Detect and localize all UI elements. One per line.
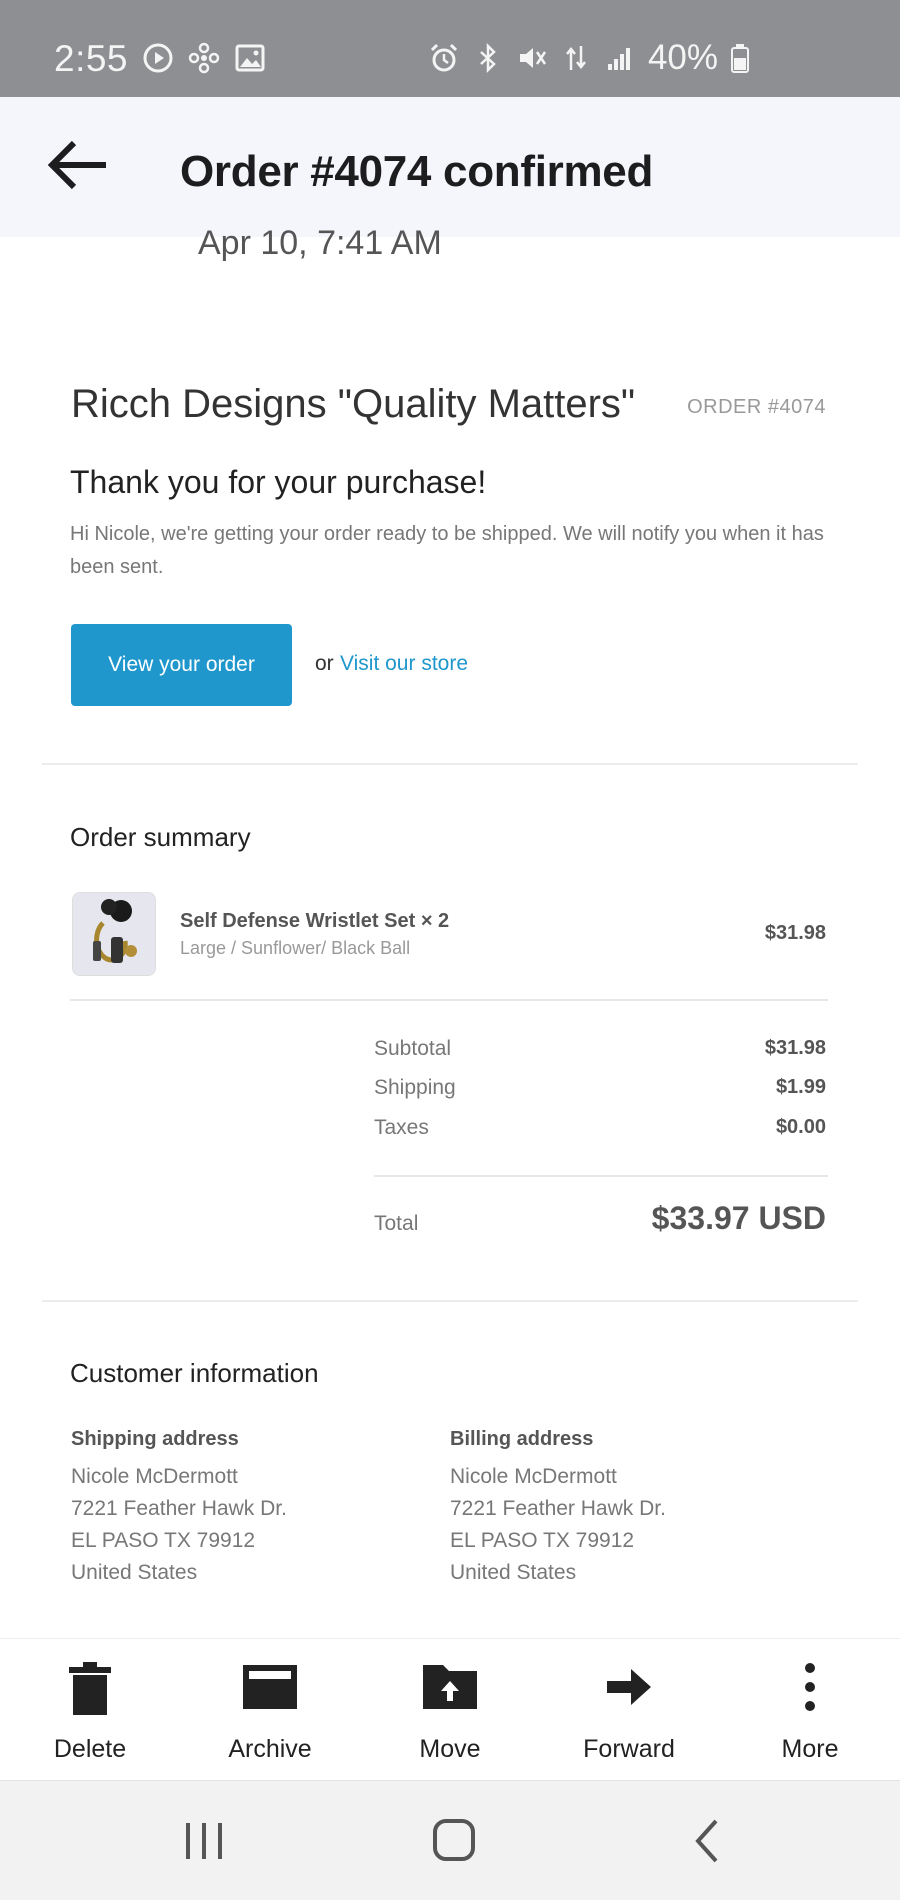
media-play-icon (143, 43, 173, 73)
shipping-street: 7221 Feather Hawk Dr. (71, 1497, 287, 1520)
shipping-label: Shipping (374, 1076, 456, 1099)
recent-apps-button[interactable] (174, 1815, 234, 1867)
home-button[interactable] (424, 1815, 484, 1867)
battery-icon (731, 44, 749, 73)
billing-address-heading: Billing address (450, 1428, 594, 1450)
product-photo-icon (73, 893, 155, 975)
divider (42, 763, 858, 765)
product-image[interactable] (72, 892, 156, 976)
total-value: $33.97 USD (651, 1200, 826, 1236)
order-number: ORDER #4074 (687, 396, 826, 418)
delete-label: Delete (53, 1735, 127, 1763)
shipping-address-heading: Shipping address (71, 1428, 239, 1450)
forward-button[interactable]: Forward (549, 1639, 709, 1781)
move-button[interactable]: Move (370, 1639, 530, 1781)
forward-arrow-icon (607, 1669, 651, 1705)
archive-button[interactable]: Archive (190, 1639, 350, 1781)
archive-icon (243, 1665, 297, 1709)
system-nav-bar (0, 1780, 900, 1900)
intro-text: Hi Nicole, we're getting your order read… (70, 523, 824, 578)
shipping-value: $1.99 (775, 1076, 826, 1098)
subtotal-value: $31.98 (764, 1037, 826, 1059)
taxes-value: $0.00 (775, 1116, 826, 1138)
system-back-button[interactable] (678, 1815, 738, 1867)
recent-apps-icon (186, 1823, 222, 1859)
summary-divider (70, 999, 828, 1001)
billing-country: United States (450, 1561, 577, 1584)
thanks-heading: Thank you for your purchase! (70, 464, 487, 500)
taxes-label: Taxes (374, 1116, 429, 1139)
more-vertical-icon (805, 1663, 815, 1711)
back-button[interactable] (44, 133, 114, 197)
email-action-bar: Delete Archive Move Forward More (0, 1638, 900, 1780)
more-label: More (781, 1735, 839, 1763)
customer-info-title: Customer information (70, 1358, 319, 1388)
data-transfer-icon (565, 46, 586, 70)
status-left-icons (142, 42, 266, 74)
product-name: Self Defense Wristlet Set × 2 (180, 910, 450, 932)
alarm-icon (430, 43, 457, 72)
billing-city: EL PASO TX 79912 (450, 1529, 635, 1552)
chevron-left-icon (695, 1819, 718, 1863)
home-icon (433, 1819, 475, 1861)
status-time: 2:55 (54, 38, 129, 79)
divider (42, 1300, 858, 1302)
trash-icon (69, 1662, 111, 1715)
pinwheel-icon (188, 42, 220, 74)
battery-percent: 40% (647, 38, 718, 77)
mute-icon (519, 48, 546, 68)
visit-store-link[interactable]: Visit our store (340, 652, 468, 676)
billing-street: 7221 Feather Hawk Dr. (450, 1497, 666, 1520)
billing-name: Nicole McDermott (450, 1465, 617, 1488)
bluetooth-icon (480, 42, 496, 74)
folder-move-icon (423, 1665, 477, 1709)
archive-label: Archive (228, 1735, 312, 1763)
app-header: Order #4074 confirmed (0, 97, 900, 237)
shop-name: Ricch Designs "Quality Matters" (71, 382, 636, 426)
or-text: or (315, 652, 334, 675)
more-button[interactable]: More (730, 1639, 890, 1781)
shipping-name: Nicole McDermott (71, 1465, 238, 1488)
email-date: Apr 10, 7:41 AM (198, 224, 442, 262)
total-divider (374, 1175, 828, 1177)
total-label: Total (374, 1212, 419, 1235)
page-title: Order #4074 confirmed (180, 147, 654, 196)
product-price: $31.98 (764, 922, 826, 944)
order-summary-title: Order summary (70, 822, 251, 852)
status-bar: 2:55 40% (0, 0, 900, 97)
shipping-country: United States (71, 1561, 198, 1584)
shipping-city: EL PASO TX 79912 (71, 1529, 256, 1552)
view-order-button[interactable]: View your order (71, 624, 292, 706)
back-arrow-icon (47, 140, 106, 190)
signal-icon (607, 48, 630, 70)
image-icon (235, 44, 265, 72)
status-right-icons: 40% (428, 38, 750, 78)
move-label: Move (419, 1735, 481, 1763)
product-variant: Large / Sunflower/ Black Ball (180, 938, 411, 958)
forward-label: Forward (583, 1735, 675, 1763)
subtotal-label: Subtotal (374, 1037, 452, 1060)
delete-button[interactable]: Delete (10, 1639, 170, 1781)
